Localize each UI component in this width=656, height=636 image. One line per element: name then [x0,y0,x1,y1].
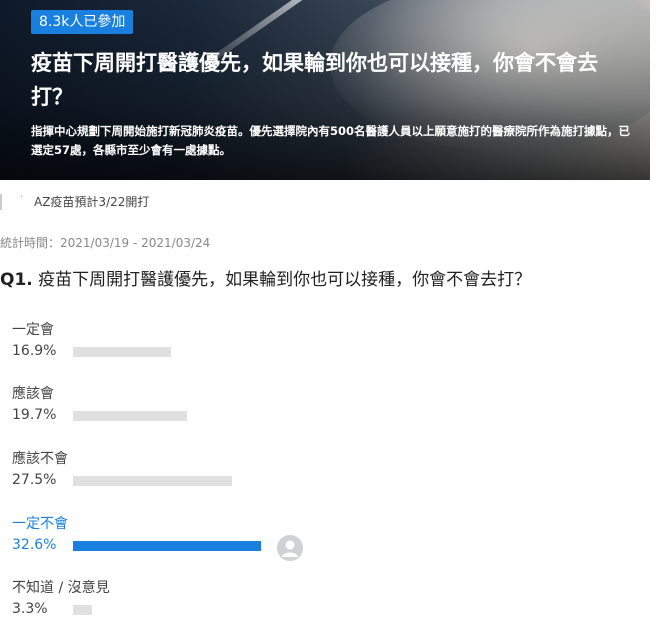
option-bar [73,347,171,357]
banner-description: 指揮中心規劃下周開始施打新冠肺炎疫苗。優先選擇院內有500名醫護人員以上願意施打… [31,124,630,157]
bullet-icon: · [20,192,24,203]
option-percent: 16.9% [12,343,57,359]
survey-period: 統計時間：2021/03/19 - 2021/03/24 [0,236,211,250]
option-label: 不知道 / 沒意見 [12,580,110,596]
participant-count-badge: 8.3k人已參加 [31,10,134,34]
option-label: 應該會 [12,386,54,402]
option-bar [73,541,261,551]
banner-title: 疫苗下周開打醫護優先，如果輪到你也可以接種，你會不會去打？ [31,51,598,109]
option-percent: 32.6% [12,537,57,553]
tag-label[interactable]: AZ疫苗預計3/22開打 [34,193,149,210]
poll-option[interactable]: 不知道 / 沒意見 3.3% [12,577,332,629]
option-percent: 3.3% [12,601,48,617]
related-tag[interactable]: · AZ疫苗預計3/22開打 [0,192,400,212]
option-bar [73,476,232,486]
question-number: Q1. [0,270,33,290]
question-text: 疫苗下周開打醫護優先，如果輪到你也可以接種，你會不會去打？ [38,270,532,290]
user-avatar-icon [277,535,303,561]
option-bar [73,411,187,421]
poll-option[interactable]: 一定會 16.9% [12,319,332,371]
option-label: 一定不會 [12,516,68,532]
option-label: 一定會 [12,322,54,338]
option-label: 應該不會 [12,451,68,467]
banner: 8.3k人已參加 疫苗下周開打醫護優先，如果輪到你也可以接種，你會不會去打？ 指… [0,0,650,180]
option-percent: 19.7% [12,407,57,423]
option-percent: 27.5% [12,472,57,488]
question-title: Q1. 疫苗下周開打醫護優先，如果輪到你也可以接種，你會不會去打？ [0,265,531,290]
poll-option[interactable]: 應該會 19.7% [12,383,332,435]
option-bar [73,605,92,615]
tag-divider [0,194,2,210]
poll-option[interactable]: 應該不會 27.5% [12,448,332,500]
